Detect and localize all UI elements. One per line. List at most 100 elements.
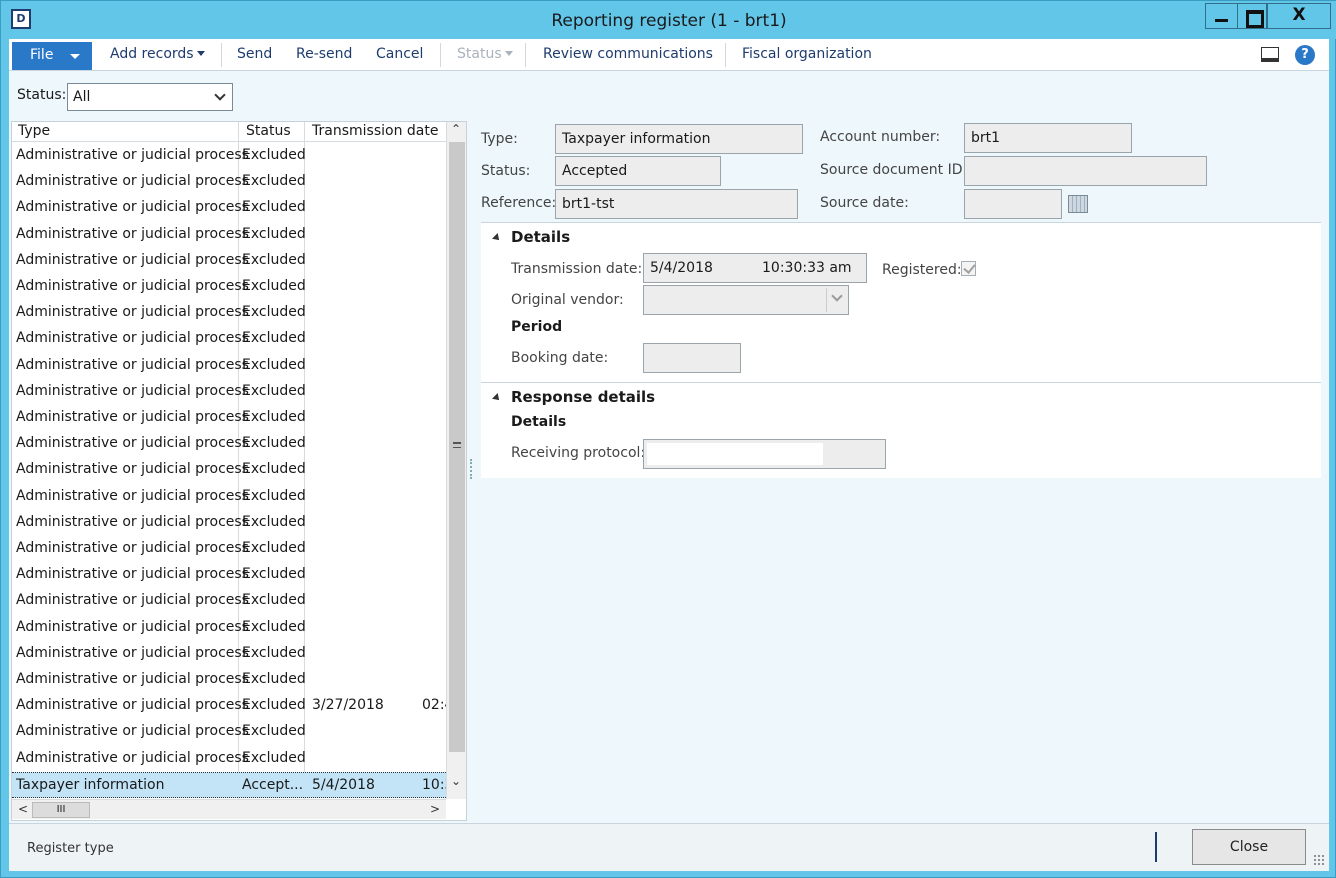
calendar-icon[interactable]: [1068, 195, 1088, 213]
table-row[interactable]: Administrative or judicial process Exclud…: [12, 222, 446, 248]
response-details-section-title[interactable]: Response details: [511, 388, 655, 406]
source-document-id-field[interactable]: [964, 156, 1207, 186]
cancel-button[interactable]: Cancel: [376, 46, 423, 62]
minimize-button[interactable]: [1205, 3, 1237, 29]
send-button[interactable]: Send: [237, 46, 272, 62]
table-row[interactable]: Administrative or judicial process Exclud…: [12, 615, 446, 641]
cell-type: Administrative or judicial process: [16, 382, 249, 399]
cell-type: Administrative or judicial process: [16, 697, 249, 714]
add-records-button[interactable]: Add records: [110, 46, 205, 62]
table-row[interactable]: Administrative or judicial process Exclud…: [12, 536, 446, 562]
cell-status: Excluded: [242, 749, 306, 766]
table-row[interactable]: Administrative or judicial process Exclud…: [12, 746, 446, 772]
horizontal-scrollbar[interactable]: < III >: [12, 799, 446, 819]
collapse-triangle-icon[interactable]: [492, 233, 502, 243]
cell-status: Excluded: [242, 173, 306, 190]
transmission-time-value: 10:30:33 am: [762, 260, 852, 276]
form-body: Status: All Type Status Transmission dat…: [9, 71, 1329, 823]
pane-splitter[interactable]: [470, 459, 472, 479]
cell-transmission-date: 3/27/2018: [312, 697, 384, 714]
table-row[interactable]: Administrative or judicial process Exclud…: [12, 484, 446, 510]
table-row[interactable]: Administrative or judicial process Exclud…: [12, 588, 446, 614]
scroll-left-icon[interactable]: <: [18, 802, 28, 816]
table-row[interactable]: Administrative or judicial process Exclud…: [12, 431, 446, 457]
close-button[interactable]: Close: [1192, 829, 1306, 865]
cell-status: Excluded: [242, 147, 306, 163]
table-row[interactable]: Administrative or judicial process Exclud…: [12, 300, 446, 326]
table-row[interactable]: Administrative or judicial process Exclud…: [12, 274, 446, 300]
table-row[interactable]: Administrative or judicial process Exclud…: [12, 405, 446, 431]
cell-status: Excluded: [242, 592, 306, 609]
table-row[interactable]: Administrative or judicial process Exclud…: [12, 510, 446, 536]
horizontal-scroll-thumb[interactable]: III: [32, 802, 90, 818]
transmission-date-field[interactable]: 5/4/2018 10:30:33 am: [643, 253, 867, 283]
dropdown-divider: [826, 288, 827, 312]
table-row[interactable]: Administrative or judicial process Exclud…: [12, 353, 446, 379]
status-label: Status: [457, 46, 502, 62]
vertical-scroll-thumb[interactable]: [449, 142, 465, 752]
table-row[interactable]: Taxpayer information Accept... 5/4/2018 10:…: [12, 771, 446, 798]
review-communications-button[interactable]: Review communications: [543, 46, 713, 62]
cell-type: Administrative or judicial process: [16, 173, 249, 190]
status-filter-select[interactable]: All: [67, 83, 233, 111]
registered-checkbox[interactable]: [961, 261, 976, 276]
close-icon: X: [1292, 5, 1306, 25]
table-row[interactable]: Administrative or judicial process Exclud…: [12, 248, 446, 274]
details-section-title[interactable]: Details: [511, 228, 570, 246]
receiving-protocol-field[interactable]: [643, 439, 886, 469]
status-button[interactable]: Status: [457, 46, 513, 62]
column-header-status[interactable]: Status: [246, 123, 291, 139]
table-row[interactable]: Administrative or judicial process Exclud…: [12, 457, 446, 483]
table-row[interactable]: Administrative or judicial process Exclud…: [12, 693, 446, 719]
scroll-up-icon[interactable]: ⌃: [451, 122, 461, 136]
reference-field[interactable]: brt1-tst: [555, 189, 798, 219]
resend-button[interactable]: Re-send: [296, 46, 352, 62]
cell-type: Administrative or judicial process: [16, 592, 249, 609]
cell-status: Excluded: [242, 618, 306, 635]
close-window-button[interactable]: X: [1267, 3, 1331, 29]
table-row[interactable]: Administrative or judicial process Exclud…: [12, 719, 446, 745]
table-row[interactable]: Administrative or judicial process Exclud…: [12, 326, 446, 352]
table-row[interactable]: Administrative or judicial process Exclud…: [12, 143, 446, 169]
vertical-scrollbar[interactable]: ⌃ ⌄: [446, 122, 466, 799]
help-icon[interactable]: ?: [1295, 45, 1315, 65]
source-date-field[interactable]: [964, 189, 1062, 219]
response-details-section: Response details Details Receiving proto…: [481, 382, 1321, 478]
type-field[interactable]: Taxpayer information: [555, 124, 803, 154]
status-field[interactable]: Accepted: [555, 156, 721, 186]
cell-type: Administrative or judicial process: [16, 513, 249, 530]
scroll-down-icon[interactable]: ⌄: [451, 774, 461, 788]
cell-type: Administrative or judicial process: [16, 487, 249, 504]
file-menu-button[interactable]: File: [12, 42, 92, 70]
cell-type: Administrative or judicial process: [16, 723, 249, 740]
fact-box-icon[interactable]: [1261, 47, 1279, 62]
column-header-transmission-date[interactable]: Transmission date: [312, 123, 438, 139]
table-row[interactable]: Administrative or judicial process Exclud…: [12, 169, 446, 195]
table-row[interactable]: Administrative or judicial process Exclud…: [12, 562, 446, 588]
collapse-triangle-icon[interactable]: [492, 393, 502, 403]
receiving-protocol-label: Receiving protocol:: [511, 445, 646, 461]
cell-status: Excluded: [242, 540, 306, 556]
table-row[interactable]: Administrative or judicial process Exclud…: [12, 195, 446, 221]
column-header-type[interactable]: Type: [18, 123, 50, 139]
status-filter-value: All: [73, 89, 91, 105]
resize-grip-icon[interactable]: [1313, 854, 1325, 866]
chevron-down-icon: [831, 290, 843, 302]
fiscal-organization-button[interactable]: Fiscal organization: [742, 46, 872, 62]
cell-status: Excluded: [242, 356, 306, 373]
cell-type: Administrative or judicial process: [16, 278, 249, 294]
table-row[interactable]: Administrative or judicial process Exclud…: [12, 667, 446, 693]
table-row[interactable]: Administrative or judicial process Exclud…: [12, 379, 446, 405]
account-number-field[interactable]: brt1: [964, 123, 1132, 153]
help-text: Register type: [27, 841, 114, 856]
cell-type: Administrative or judicial process: [16, 749, 249, 766]
maximize-button[interactable]: [1237, 3, 1267, 29]
table-row[interactable]: Administrative or judicial process Exclud…: [12, 641, 446, 667]
original-vendor-select[interactable]: [643, 285, 849, 315]
dropdown-arrow-icon: [504, 51, 513, 56]
cell-type: Administrative or judicial process: [16, 671, 249, 687]
scroll-right-icon[interactable]: >: [430, 802, 440, 816]
chevron-down-icon: [70, 54, 80, 59]
add-records-label: Add records: [110, 46, 194, 62]
booking-date-field[interactable]: [643, 343, 741, 373]
